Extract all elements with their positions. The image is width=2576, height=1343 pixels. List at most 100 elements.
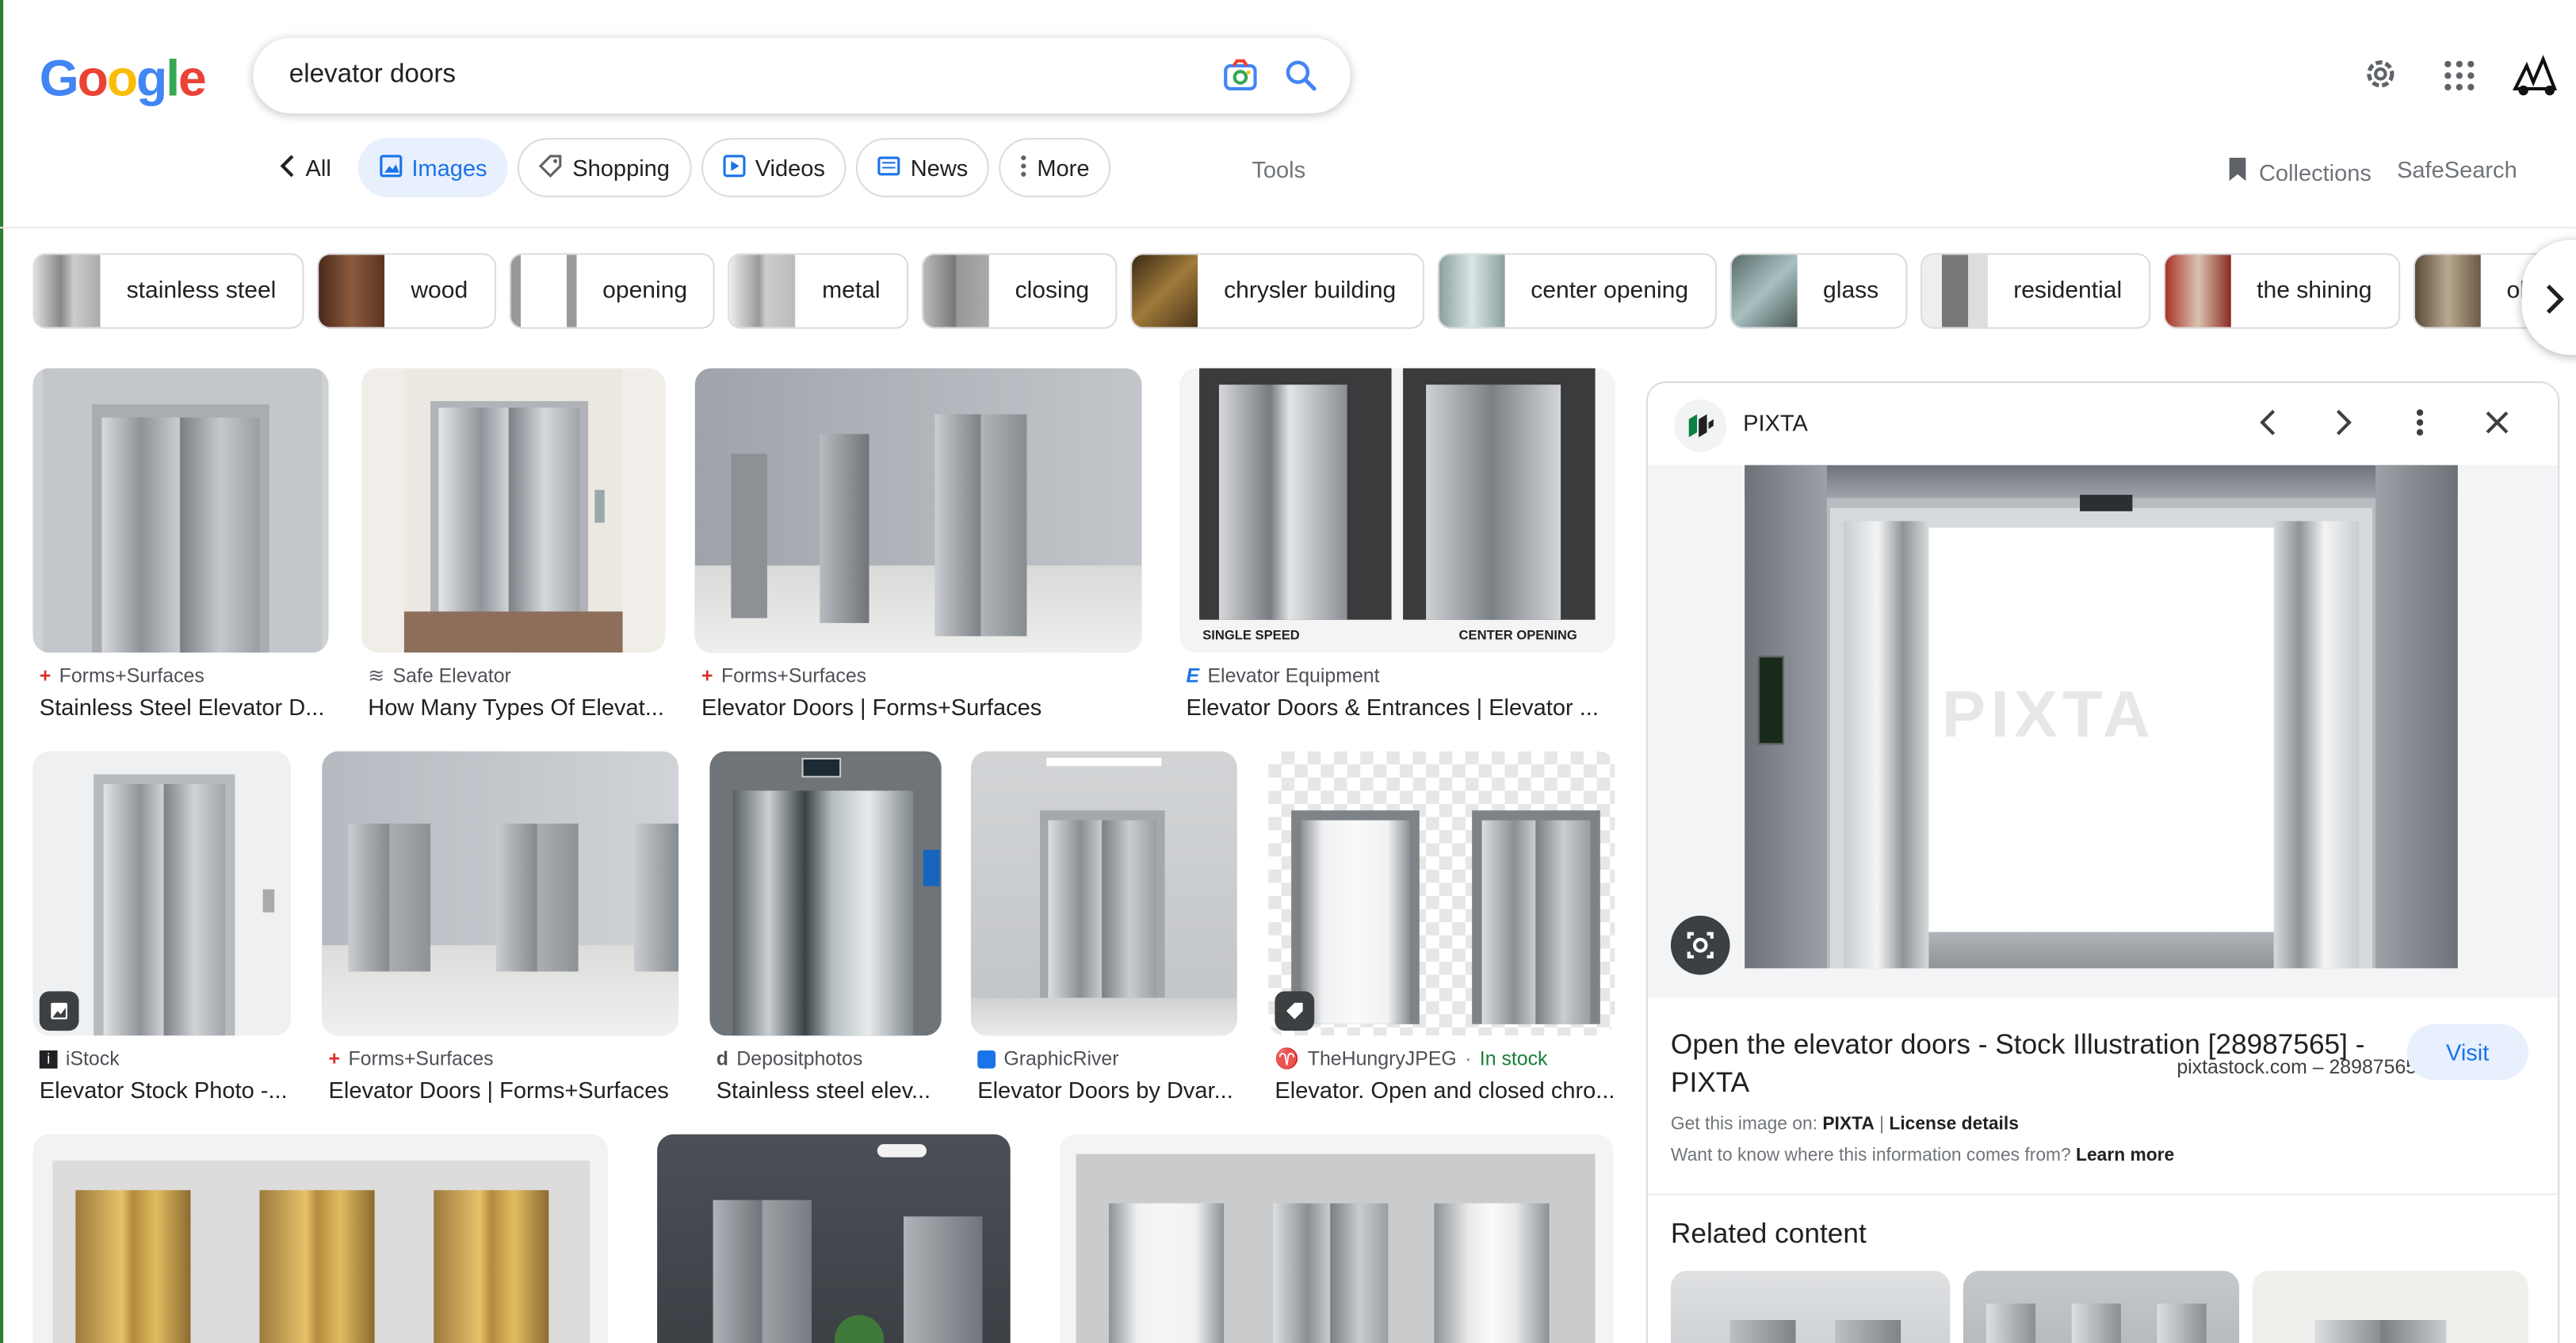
camera-icon[interactable] (1222, 59, 1259, 101)
learn-more-link[interactable]: Learn more (2076, 1146, 2174, 1165)
chevron-left-icon[interactable] (2257, 406, 2277, 447)
safesearch-button[interactable]: SafeSearch (2397, 156, 2517, 182)
result-source: + Forms+Surfaces (701, 664, 866, 687)
chip-thumbnail (2414, 254, 2481, 327)
result-title[interactable]: Stainless Steel Elevator D... (40, 694, 329, 720)
logo-letter: o (106, 49, 138, 107)
more-vert-icon[interactable] (2416, 406, 2424, 447)
chip-thumbnail (1439, 254, 1505, 327)
site-favicon-icon: i (39, 1049, 58, 1068)
site-favicon-icon: d (716, 1046, 728, 1070)
result-source: i iStock (39, 1046, 120, 1070)
collections-label: Collections (2258, 159, 2372, 186)
related-search-chips: stainless steel wood opening metal closi… (32, 253, 2576, 329)
gear-icon[interactable] (2363, 55, 2399, 100)
visit-button[interactable]: Visit (2406, 1024, 2528, 1081)
tab-images[interactable]: Images (357, 138, 509, 197)
tab-videos[interactable]: Videos (701, 138, 847, 197)
site-favicon-icon (977, 1049, 996, 1068)
result-image (657, 1134, 1011, 1343)
chevron-right-icon (2545, 283, 2565, 324)
logo-letter: g (136, 49, 167, 107)
tab-shopping[interactable]: Shopping (518, 138, 691, 197)
panel-image-title[interactable]: Open the elevator doors - Stock Illustra… (1671, 1026, 2394, 1101)
chip-thumbnail (1730, 254, 1797, 327)
preview-image[interactable]: PIXTA (1745, 465, 2458, 969)
source-name: GraphicRiver (1003, 1046, 1119, 1070)
source-name: Safe Elevator (392, 664, 511, 687)
chevron-right-icon[interactable] (2334, 406, 2354, 447)
result-source: d Depositphotos (717, 1047, 863, 1070)
result-title[interactable]: Elevator Stock Photo -... (40, 1077, 291, 1103)
collections-button[interactable]: Collections (2226, 156, 2372, 187)
preview-image-area: PIXTA pixtastock.com – 28987565 (1647, 465, 2559, 1078)
tab-label: Images (411, 154, 487, 182)
chip-the-shining[interactable]: the shining (2163, 253, 2400, 329)
result-title[interactable]: Elevator. Open and closed chro... (1275, 1077, 1615, 1103)
site-favicon-icon: + (39, 664, 52, 687)
close-icon[interactable] (2484, 406, 2510, 447)
get-image-prefix: Get this image on: (1670, 1114, 1817, 1134)
chevron-left-icon (279, 154, 296, 182)
source-name: TheHungryJPEG (1307, 1046, 1457, 1070)
source-name: iStock (65, 1046, 120, 1070)
result-title[interactable]: How Many Types Of Elevat... (368, 694, 665, 720)
chip-thumbnail (1921, 254, 1988, 327)
header-divider (0, 227, 2576, 229)
result-image (694, 368, 1142, 653)
apps-grid-icon[interactable] (2444, 60, 2475, 99)
result-title[interactable]: Elevator Doors | Forms+Surfaces (329, 1077, 678, 1103)
pixta-logo-icon (1674, 399, 1727, 453)
chip-thumbnail (923, 254, 989, 327)
result-image (361, 368, 666, 653)
account-avatar-icon[interactable] (2510, 52, 2559, 106)
get-image-site-link[interactable]: PIXTA (1822, 1115, 1874, 1134)
related-thumbnail[interactable] (1963, 1270, 2240, 1343)
chip-thumbnail (510, 254, 576, 327)
lens-search-icon[interactable] (1670, 915, 1730, 975)
chip-residential[interactable]: residential (1920, 253, 2150, 329)
tab-label: Shopping (572, 154, 670, 182)
chip-wood[interactable]: wood (317, 253, 496, 329)
chip-label: metal (822, 277, 881, 304)
chip-opening[interactable]: opening (509, 253, 716, 329)
chip-chrysler-building[interactable]: chrysler building (1129, 253, 1424, 329)
google-images-page: Google elevator doors All Images Shoppin… (0, 0, 2576, 1343)
chip-thumbnail (319, 254, 385, 327)
result-title[interactable]: Elevator Doors | Forms+Surfaces (701, 694, 1141, 720)
license-details-link[interactable]: License details (1889, 1115, 2018, 1134)
result-image (32, 751, 291, 1036)
in-stock-label: In stock (1479, 1046, 1548, 1070)
result-title[interactable]: Elevator Doors & Entrances | Elevator ..… (1186, 694, 1608, 720)
chip-closing[interactable]: closing (921, 253, 1118, 329)
chip-center-opening[interactable]: center opening (1437, 253, 1717, 329)
chip-thumbnail (1132, 254, 1198, 327)
result-source: + Forms+Surfaces (329, 1047, 494, 1070)
chip-glass[interactable]: glass (1729, 253, 1907, 329)
tab-news[interactable]: News (856, 138, 990, 197)
more-vert-icon (1021, 154, 1027, 182)
tab-more[interactable]: More (999, 138, 1111, 197)
related-thumbnail[interactable] (2252, 1270, 2528, 1343)
search-input[interactable]: elevator doors (289, 61, 456, 90)
source-name: Forms+Surfaces (720, 664, 867, 687)
panel-site-name[interactable]: PIXTA (1743, 409, 1808, 435)
result-title[interactable]: Elevator Doors by Dvar... (977, 1077, 1236, 1103)
logo-letter: o (77, 49, 109, 107)
related-thumbnail[interactable] (1670, 1270, 1951, 1343)
result-image (970, 751, 1237, 1036)
source-name: Forms+Surfaces (348, 1046, 494, 1070)
search-icon[interactable] (1285, 59, 1317, 101)
caption-single-speed: SINGLE SPEED (1202, 628, 1300, 643)
news-icon (877, 154, 900, 182)
result-source: ≋ Safe Elevator (368, 664, 511, 687)
chip-stainless-steel[interactable]: stainless steel (32, 253, 304, 329)
tools-button[interactable]: Tools (1252, 156, 1305, 182)
result-title[interactable]: Stainless steel elev... (717, 1077, 942, 1103)
video-icon (722, 154, 745, 182)
google-logo[interactable]: Google (40, 49, 207, 109)
panel-divider (1647, 1193, 2559, 1196)
search-box[interactable]: elevator doors (253, 37, 1351, 114)
tab-all[interactable]: All (263, 138, 348, 197)
chip-metal[interactable]: metal (728, 253, 908, 329)
